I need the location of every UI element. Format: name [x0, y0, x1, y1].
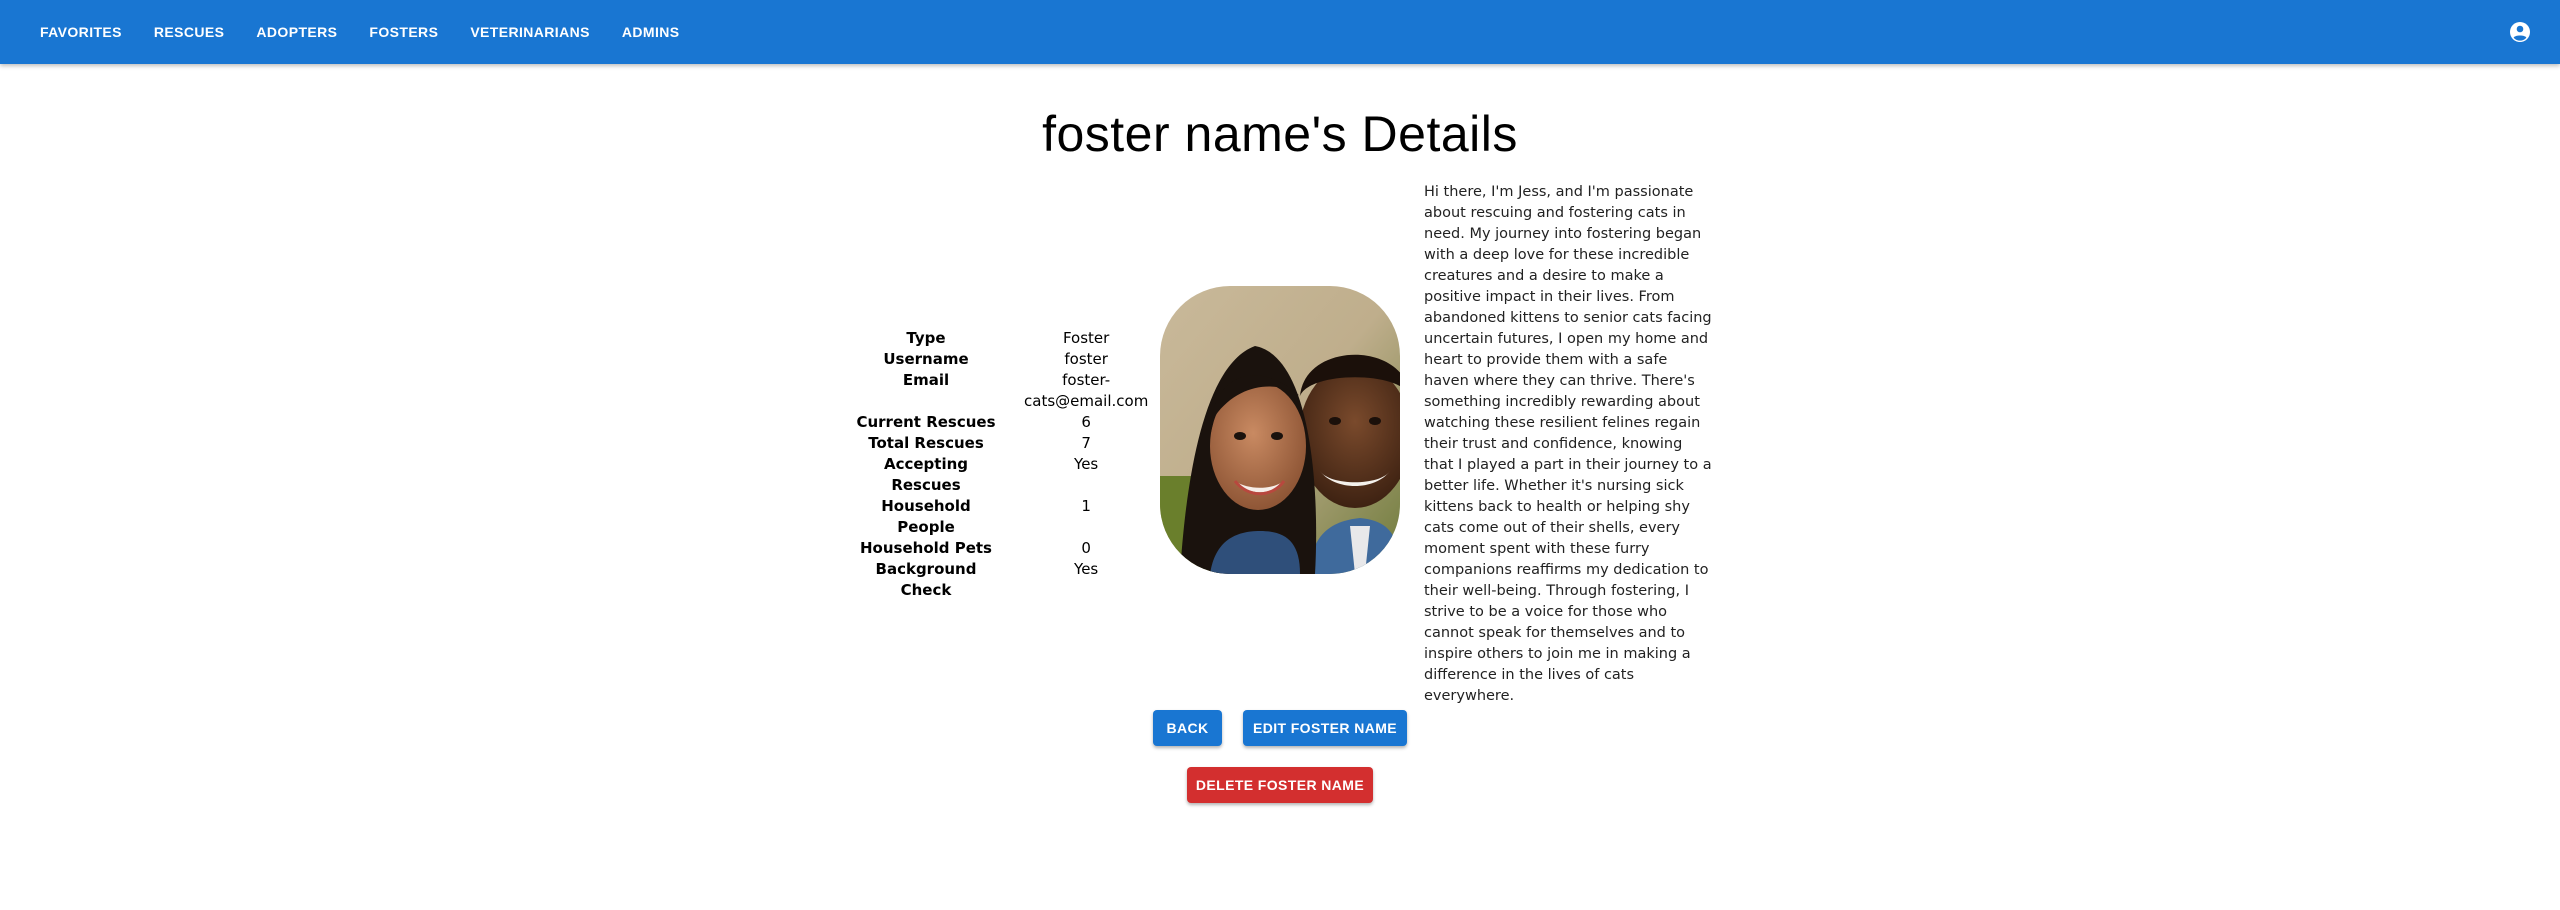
detail-label: Current Rescues	[856, 413, 996, 431]
foster-bio: Hi there, I'm Jess, and I'm passionate a…	[1424, 184, 1712, 704]
foster-profile-photo	[1160, 286, 1400, 574]
detail-label: Household People	[881, 497, 971, 536]
nav-rescues[interactable]: RESCUES	[138, 14, 240, 50]
detail-label: Total Rescues	[868, 434, 984, 452]
detail-value: Yes	[1074, 560, 1099, 578]
detail-row-email: Email foster-cats@email.com	[840, 370, 1160, 412]
nav-favorites[interactable]: FAVORITES	[24, 14, 138, 50]
detail-value: 1	[1081, 497, 1091, 515]
detail-value: foster	[1064, 350, 1108, 368]
nav-fosters[interactable]: FOSTERS	[353, 14, 454, 50]
edit-foster-button[interactable]: EDIT FOSTER NAME	[1243, 710, 1407, 746]
detail-row-total-rescues: Total Rescues 7	[840, 433, 1160, 454]
foster-details-table: Type Foster Username foster Email foster…	[840, 328, 1160, 601]
detail-label: Household Pets	[860, 539, 992, 557]
detail-row-current-rescues: Current Rescues 6	[840, 412, 1160, 433]
detail-row-household-pets: Household Pets 0	[840, 538, 1160, 559]
nav-veterinarians[interactable]: VETERINARIANS	[454, 14, 606, 50]
detail-value: 6	[1081, 413, 1091, 431]
page-title: foster name's Details	[1042, 106, 1518, 162]
delete-foster-button[interactable]: DELETE FOSTER NAME	[1187, 767, 1373, 803]
back-button[interactable]: BACK	[1153, 710, 1222, 746]
detail-label: Username	[883, 350, 969, 368]
detail-value: foster-cats@email.com	[1024, 371, 1149, 410]
top-app-bar: FAVORITES RESCUES ADOPTERS FOSTERS VETER…	[0, 0, 2560, 64]
detail-value: 7	[1081, 434, 1091, 452]
detail-row-username: Username foster	[840, 349, 1160, 370]
detail-value: 0	[1081, 539, 1091, 557]
detail-value: Foster	[1062, 329, 1110, 347]
detail-value: Yes	[1074, 455, 1099, 473]
nav-admins[interactable]: ADMINS	[606, 14, 696, 50]
detail-row-accepting-rescues: Accepting Rescues Yes	[840, 454, 1160, 496]
detail-row-household-people: Household People 1	[840, 496, 1160, 538]
detail-label: Accepting Rescues	[883, 455, 969, 494]
detail-label: Type	[906, 329, 946, 347]
nav-adopters[interactable]: ADOPTERS	[240, 14, 353, 50]
detail-label: Background Check	[875, 560, 977, 599]
detail-label: Email	[902, 371, 950, 389]
account-circle-icon[interactable]	[2508, 20, 2532, 44]
detail-row-background-check: Background Check Yes	[840, 559, 1160, 601]
main-nav: FAVORITES RESCUES ADOPTERS FOSTERS VETER…	[24, 14, 695, 50]
detail-row-type: Type Foster	[840, 328, 1160, 349]
